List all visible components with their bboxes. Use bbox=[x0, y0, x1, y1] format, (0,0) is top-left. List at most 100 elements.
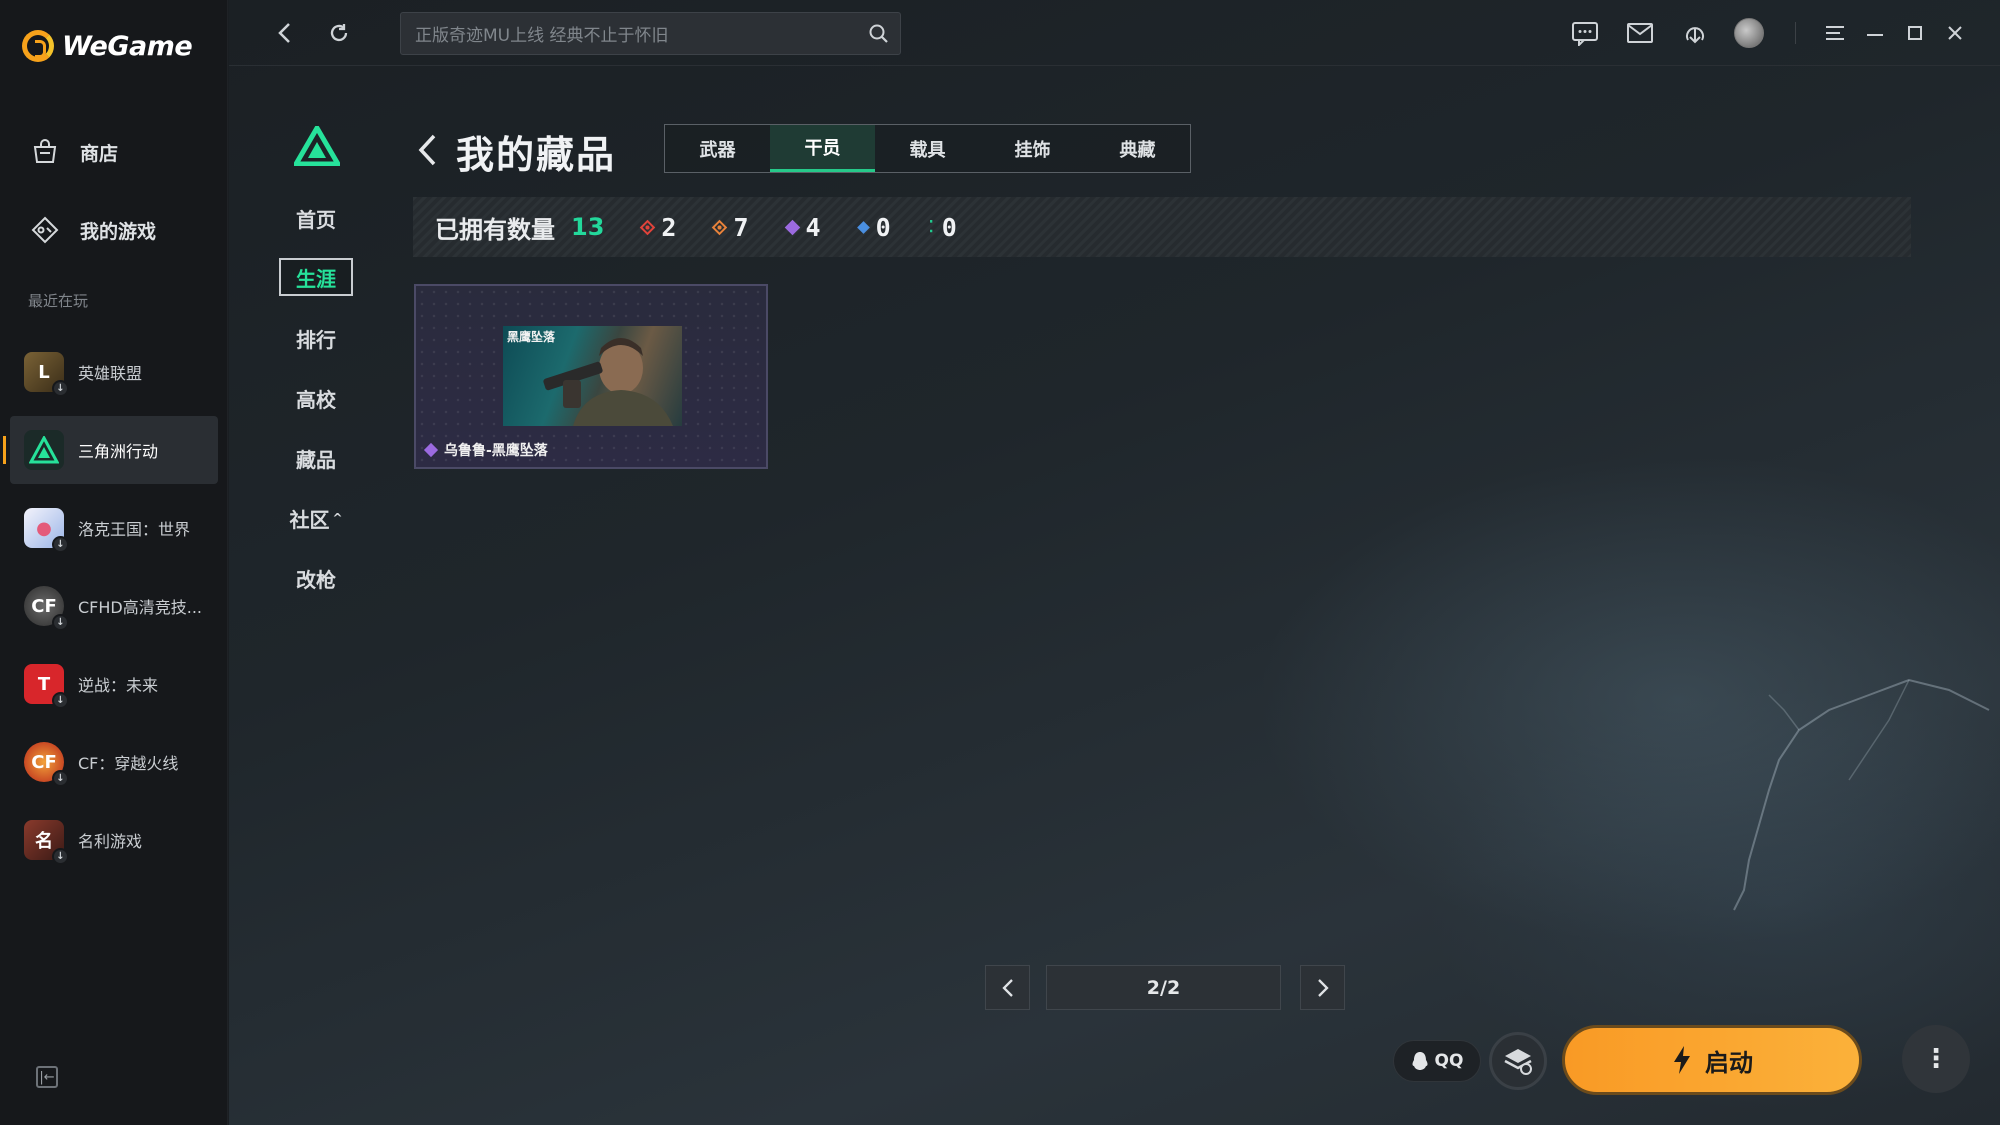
collection-item-card[interactable]: 黑鹰坠落 乌鲁鲁-黑鹰坠落 bbox=[414, 284, 768, 469]
rarity-blue-count: 0 bbox=[875, 212, 891, 242]
purple-diamond-icon bbox=[784, 219, 800, 235]
layers-button[interactable] bbox=[1489, 1032, 1547, 1090]
launch-button[interactable]: 启动 bbox=[1562, 1025, 1862, 1095]
owned-stats-bar: 已拥有数量 13 2 7 4 0 ⁚ 0 bbox=[413, 197, 1911, 257]
close-icon[interactable] bbox=[1938, 16, 1972, 50]
game-nav-ranking[interactable]: 排行 bbox=[279, 319, 353, 357]
rarity-orange-stat: 7 bbox=[712, 213, 749, 242]
rarity-blue-stat: 0 bbox=[856, 212, 891, 242]
recent-game-nizhan[interactable]: T ↓ 逆战：未来 bbox=[10, 650, 218, 718]
collapse-sidebar-icon[interactable]: |← bbox=[36, 1066, 58, 1088]
game-label: CFHD高清竞技... bbox=[78, 598, 202, 617]
operator-image: 黑鹰坠落 bbox=[503, 326, 682, 426]
wegame-logo[interactable]: WeGame bbox=[22, 30, 193, 62]
mail-icon[interactable] bbox=[1623, 16, 1657, 50]
rarity-red-count: 2 bbox=[661, 212, 677, 242]
page-indicator: 2/2 bbox=[1046, 965, 1281, 1010]
sidebar-item-store[interactable]: 商店 bbox=[30, 137, 118, 167]
item-label: 乌鲁鲁-黑鹰坠落 bbox=[423, 440, 548, 460]
qq-label: QQ bbox=[1434, 1051, 1464, 1071]
recent-game-roco-kingdom[interactable]: ● ↓ 洛克王国：世界 bbox=[10, 494, 218, 562]
avatar-image bbox=[1734, 18, 1764, 48]
orange-diamond-icon bbox=[712, 219, 728, 235]
recent-game-lol[interactable]: L ↓ 英雄联盟 bbox=[10, 338, 218, 406]
brand-name: WeGame bbox=[62, 30, 193, 62]
game-label: CF：穿越火线 bbox=[78, 754, 179, 773]
more-options-button[interactable]: ⋮ bbox=[1902, 1025, 1970, 1093]
roco-kingdom-game-icon: ● ↓ bbox=[24, 508, 69, 553]
game-nav-college[interactable]: 高校 bbox=[279, 379, 353, 417]
tab-operators[interactable]: 干员 bbox=[770, 125, 875, 172]
top-bar: 正版奇迹MU上线 经典不止于怀旧 bbox=[229, 0, 2000, 66]
chevron-right-icon bbox=[1317, 978, 1329, 997]
recent-game-delta-force[interactable]: 三角洲行动 bbox=[3, 416, 218, 484]
tab-vehicles[interactable]: 载具 bbox=[875, 125, 980, 172]
back-arrow-icon[interactable] bbox=[416, 133, 438, 171]
tab-collection[interactable]: 典藏 bbox=[1085, 125, 1190, 172]
next-page-button[interactable] bbox=[1300, 965, 1345, 1010]
game-nav-community[interactable]: 社区 ^ bbox=[279, 499, 353, 537]
crossfire-game-icon: CF ↓ bbox=[24, 742, 69, 787]
sidebar-item-my-games[interactable]: 我的游戏 bbox=[30, 215, 156, 245]
delta-force-logo-icon[interactable] bbox=[291, 123, 343, 170]
cfhd-game-icon: CF ↓ bbox=[24, 586, 69, 631]
main-content: 正版奇迹MU上线 经典不止于怀旧 首页 生涯 排行 高校 藏品 社区 ^ 改枪 … bbox=[229, 0, 2000, 1125]
green-dots-icon: ⁚ bbox=[928, 217, 934, 236]
launch-label: 启动 bbox=[1705, 1048, 1753, 1077]
sidebar-item-label: 我的游戏 bbox=[80, 220, 157, 243]
tab-weapons[interactable]: 武器 bbox=[665, 125, 770, 172]
store-bag-icon bbox=[30, 137, 60, 167]
game-label: 名利游戏 bbox=[78, 832, 143, 851]
game-nav-collection[interactable]: 藏品 bbox=[279, 439, 353, 477]
chevron-left-icon bbox=[1001, 978, 1013, 997]
purple-diamond-icon bbox=[423, 442, 439, 458]
rarity-green-count: 0 bbox=[941, 212, 957, 242]
game-nav-home[interactable]: 首页 bbox=[279, 199, 353, 237]
blue-diamond-icon bbox=[856, 220, 870, 234]
topbar-divider bbox=[1795, 22, 1796, 44]
search-icon[interactable] bbox=[868, 23, 890, 50]
operator-image-tag: 黑鹰坠落 bbox=[507, 330, 556, 344]
gamepad-icon bbox=[30, 215, 60, 245]
game-nav-career[interactable]: 生涯 bbox=[279, 258, 353, 296]
qq-login-button[interactable]: QQ bbox=[1393, 1040, 1481, 1082]
recent-game-crossfire[interactable]: CF ↓ CF：穿越火线 bbox=[10, 728, 218, 796]
game-label: 三角洲行动 bbox=[78, 442, 159, 461]
nizhan-game-icon: T ↓ bbox=[24, 664, 69, 709]
sidebar-item-label: 商店 bbox=[80, 142, 119, 165]
recent-played-title: 最近在玩 bbox=[28, 292, 89, 310]
game-label: 英雄联盟 bbox=[78, 364, 143, 383]
rarity-purple-stat: 4 bbox=[784, 213, 821, 242]
rarity-green-stat: ⁚ 0 bbox=[929, 213, 957, 242]
minimize-icon[interactable] bbox=[1858, 16, 1892, 50]
sidebar: WeGame 商店 我的游戏 最近在玩 L ↓ 英雄联盟 三角洲行动 ● ↓ 洛克王… bbox=[0, 0, 228, 1125]
delta-force-game-icon bbox=[24, 430, 64, 470]
owned-count-label: 已拥有数量 bbox=[435, 215, 555, 244]
red-diamond-icon bbox=[640, 219, 656, 235]
layers-icon bbox=[1504, 1049, 1532, 1075]
item-name: 乌鲁鲁-黑鹰坠落 bbox=[444, 443, 548, 459]
download-icon: ↓ bbox=[52, 770, 69, 787]
menu-icon[interactable] bbox=[1818, 16, 1852, 50]
recent-game-mingli[interactable]: 名 ↓ 名利游戏 bbox=[10, 806, 218, 874]
back-icon[interactable] bbox=[268, 16, 302, 50]
prev-page-button[interactable] bbox=[985, 965, 1030, 1010]
rarity-red-stat: 2 bbox=[640, 212, 677, 242]
lightning-bolt-icon bbox=[1674, 1046, 1690, 1074]
download-icon: ↓ bbox=[52, 380, 69, 397]
refresh-icon[interactable] bbox=[322, 16, 356, 50]
download-icon: ↓ bbox=[52, 614, 69, 631]
download-icon: ↓ bbox=[52, 536, 69, 553]
maximize-icon[interactable] bbox=[1898, 16, 1932, 50]
search-input[interactable]: 正版奇迹MU上线 经典不止于怀旧 bbox=[400, 12, 901, 55]
user-avatar[interactable] bbox=[1732, 16, 1766, 50]
page-header: 我的藏品 bbox=[416, 124, 616, 179]
download-icon: ↓ bbox=[52, 848, 69, 865]
chat-icon[interactable] bbox=[1568, 16, 1602, 50]
game-nav-gunsmith[interactable]: 改枪 bbox=[279, 559, 353, 597]
recent-game-cfhd[interactable]: CF ↓ CFHD高清竞技... bbox=[10, 572, 218, 640]
download-manager-icon[interactable] bbox=[1678, 16, 1712, 50]
tab-charms[interactable]: 挂饰 bbox=[980, 125, 1085, 172]
owned-count-total: 13 bbox=[571, 213, 605, 241]
lightning-background-decoration bbox=[1733, 678, 1990, 911]
